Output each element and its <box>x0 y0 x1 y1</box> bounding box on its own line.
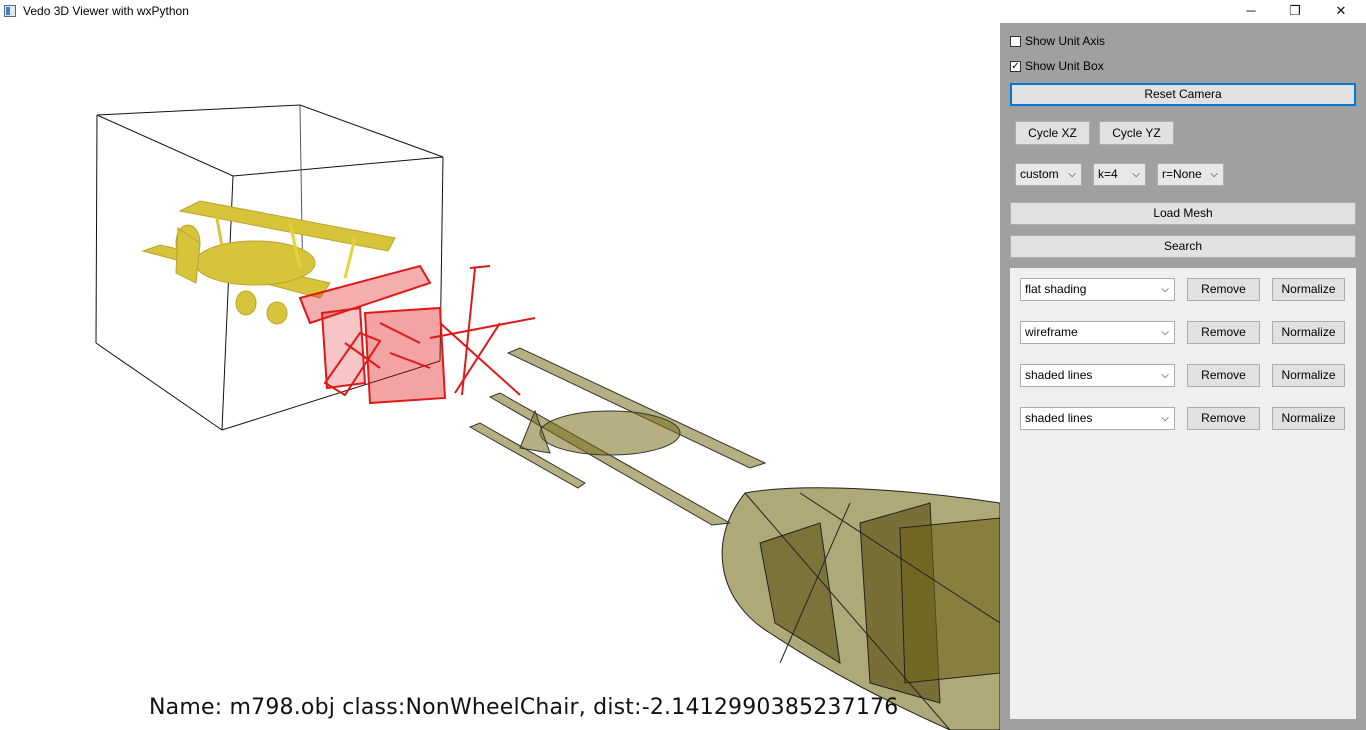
scene-render <box>95 104 1000 730</box>
show-unit-axis-label: Show Unit Axis <box>1025 34 1106 48</box>
app-window-icon <box>4 5 16 17</box>
remove-button[interactable]: Remove <box>1187 364 1260 387</box>
unchecked-box-icon <box>1010 35 1021 47</box>
viewport-status-text: Name: m798.obj class:NonWheelChair, dist… <box>149 695 899 720</box>
mesh-list: flat shading ⌵ Remove Normalize wirefram… <box>1010 268 1356 719</box>
chevron-down-icon: ⌵ <box>1161 284 1169 295</box>
window-title: Vedo 3D Viewer with wxPython <box>23 4 189 18</box>
chevron-down-icon: ⌵ <box>1132 169 1140 180</box>
maximize-button[interactable]: ❐ <box>1272 0 1318 23</box>
show-unit-box-checkbox[interactable]: ✓ Show Unit Box <box>1010 59 1104 73</box>
minimize-button[interactable]: ─ <box>1228 0 1274 23</box>
chair-mesh-olive <box>721 487 1000 730</box>
chevron-down-icon: ⌵ <box>1161 413 1169 424</box>
shading-select[interactable]: wireframe ⌵ <box>1020 321 1175 344</box>
control-panel: Show Unit Axis ✓ Show Unit Box Reset Cam… <box>1000 23 1366 730</box>
normalize-button[interactable]: Normalize <box>1272 364 1345 387</box>
mesh-row: shaded lines ⌵ Remove Normalize <box>1010 407 1356 431</box>
show-unit-axis-checkbox[interactable]: Show Unit Axis <box>1010 34 1105 48</box>
show-unit-box-label: Show Unit Box <box>1025 59 1104 73</box>
remove-button[interactable]: Remove <box>1187 407 1260 430</box>
k-select-value: k=4 <box>1098 167 1118 181</box>
chevron-down-icon: ⌵ <box>1161 327 1169 338</box>
title-bar: Vedo 3D Viewer with wxPython ─ ❐ ✕ <box>0 0 1366 23</box>
chevron-down-icon: ⌵ <box>1161 370 1169 381</box>
r-select-value: r=None <box>1162 167 1202 181</box>
chevron-down-icon: ⌵ <box>1210 169 1218 180</box>
mode-select-value: custom <box>1020 167 1059 181</box>
normalize-button[interactable]: Normalize <box>1272 321 1345 344</box>
3d-viewport[interactable]: Name: m798.obj class:NonWheelChair, dist… <box>0 23 1000 730</box>
wireframe-mesh-red <box>298 264 536 405</box>
remove-button[interactable]: Remove <box>1187 278 1260 301</box>
normalize-button[interactable]: Normalize <box>1272 407 1345 430</box>
cycle-xz-button[interactable]: Cycle XZ <box>1015 121 1090 145</box>
remove-button[interactable]: Remove <box>1187 321 1260 344</box>
shading-select-value: shaded lines <box>1025 411 1093 425</box>
close-button[interactable]: ✕ <box>1318 0 1364 23</box>
mesh-row: wireframe ⌵ Remove Normalize <box>1010 321 1356 345</box>
mesh-row: shaded lines ⌵ Remove Normalize <box>1010 364 1356 388</box>
load-mesh-button[interactable]: Load Mesh <box>1010 202 1356 225</box>
mesh-row: flat shading ⌵ Remove Normalize <box>1010 278 1356 302</box>
mode-select[interactable]: custom ⌵ <box>1015 163 1082 186</box>
shading-select[interactable]: shaded lines ⌵ <box>1020 407 1175 430</box>
k-select[interactable]: k=4 ⌵ <box>1093 163 1146 186</box>
r-select[interactable]: r=None ⌵ <box>1157 163 1224 186</box>
shading-select-value: flat shading <box>1025 282 1087 296</box>
reset-camera-button[interactable]: Reset Camera <box>1010 83 1356 106</box>
checkmark-icon: ✓ <box>1010 60 1021 72</box>
cycle-yz-button[interactable]: Cycle YZ <box>1099 121 1174 145</box>
shading-select[interactable]: shaded lines ⌵ <box>1020 364 1175 387</box>
plane-mesh-olive <box>468 347 767 526</box>
search-button[interactable]: Search <box>1010 235 1356 258</box>
normalize-button[interactable]: Normalize <box>1272 278 1345 301</box>
shading-select[interactable]: flat shading ⌵ <box>1020 278 1175 301</box>
shading-select-value: shaded lines <box>1025 368 1093 382</box>
shading-select-value: wireframe <box>1025 325 1078 339</box>
chevron-down-icon: ⌵ <box>1068 169 1076 180</box>
